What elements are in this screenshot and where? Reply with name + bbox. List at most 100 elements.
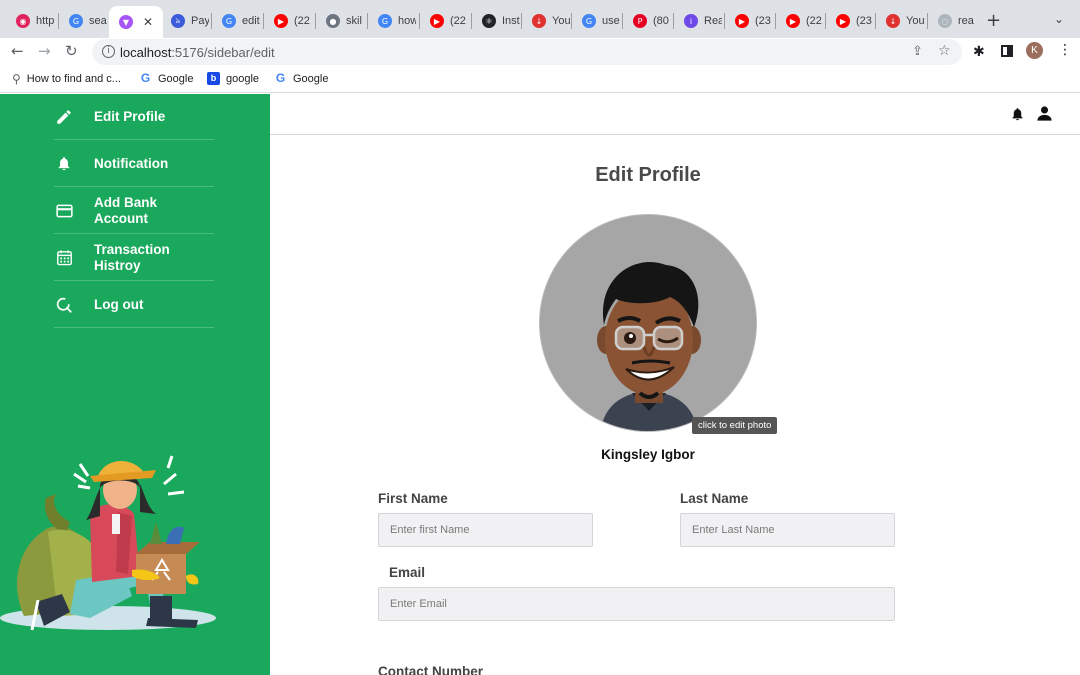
tab-favicon-icon: G xyxy=(69,14,83,28)
tab-favicon-icon: ▶ xyxy=(836,14,850,28)
forward-arrow-icon[interactable]: → xyxy=(38,42,51,60)
browser-tab[interactable]: ▶ (23 xyxy=(826,8,874,34)
email-input[interactable] xyxy=(378,587,895,621)
tab-favicon-icon: ▶ xyxy=(430,14,444,28)
extensions-puzzle-icon[interactable]: ✱ xyxy=(973,44,985,60)
browser-tab[interactable]: Guse xyxy=(572,8,620,34)
tab-favicon-icon: ↓ xyxy=(886,14,900,28)
bookmarks-bar: ⚲ How to find and c... G Google b google… xyxy=(0,66,1080,93)
bing-icon: b xyxy=(207,72,220,85)
recycling-worker-illustration xyxy=(0,455,216,631)
bookmark-item[interactable]: G Google xyxy=(139,71,194,85)
tab-title: skil xyxy=(346,15,362,27)
tab-favicon-icon: ▶ xyxy=(274,14,288,28)
sidebar-item-log-out[interactable]: Log out xyxy=(54,282,214,328)
share-icon[interactable]: ⇪ xyxy=(912,44,923,59)
email-label: Email xyxy=(389,565,426,580)
tab-favicon-icon: ▶ xyxy=(786,14,800,28)
close-tab-icon[interactable]: ✕ xyxy=(143,15,153,29)
browser-tab[interactable]: Gedit xyxy=(212,8,260,34)
browser-tab[interactable]: ▼ ✕ xyxy=(109,6,163,38)
sidebar-item-label: Edit Profile xyxy=(94,108,166,124)
tab-favicon-icon: G xyxy=(582,14,596,28)
browser-tab[interactable]: ● skil xyxy=(316,8,364,34)
tab-favicon-icon: ↓ xyxy=(532,14,546,28)
bookmark-item[interactable]: ⚲ How to find and c... xyxy=(12,72,121,86)
browser-tab[interactable]: ⚛ Inst xyxy=(472,8,520,34)
browser-tab[interactable]: Ghow xyxy=(368,8,416,34)
browser-tab[interactable]: ◉ http xyxy=(6,8,54,34)
page-title: Edit Profile xyxy=(595,164,701,186)
last-name-input[interactable] xyxy=(680,513,895,547)
back-arrow-icon[interactable]: ← xyxy=(11,42,24,60)
sidebar-item-notification[interactable]: Notification xyxy=(54,141,214,187)
browser-tab[interactable]: ◌ rea xyxy=(928,8,976,34)
tab-search-chevron-icon[interactable]: ⌄ xyxy=(1054,12,1064,26)
sidebar-item-add-bank-account[interactable]: Add Bank Account xyxy=(54,188,214,234)
tab-title: use xyxy=(602,15,620,27)
tab-title: (23 xyxy=(856,15,872,27)
browser-tab[interactable]: ↓ You xyxy=(876,8,924,34)
tab-favicon-icon: ▶ xyxy=(735,14,749,28)
browser-tab[interactable]: ▶ (22 xyxy=(420,8,468,34)
contact-number-label: Contact Number xyxy=(378,664,484,675)
edit-profile-panel: Edit Profile click to edit photo Kingsle… xyxy=(270,136,1080,675)
browser-tab[interactable]: ৯ Pay xyxy=(161,8,209,34)
tab-title: (80 xyxy=(653,15,669,27)
first-name-input[interactable] xyxy=(378,513,593,547)
app-top-bar xyxy=(270,94,1080,135)
bookmark-item[interactable]: b google xyxy=(207,72,259,85)
tab-title: (22 xyxy=(806,15,822,27)
tab-title: You xyxy=(552,15,570,27)
tab-title: edit xyxy=(242,15,260,27)
tab-title: rea xyxy=(958,15,974,27)
tab-title: Inst xyxy=(502,15,520,27)
bookmark-item[interactable]: G Google xyxy=(274,72,329,85)
tab-title: Rea xyxy=(704,15,722,27)
sidebar: Edit Profile Notification Add Bank Accou… xyxy=(0,94,270,675)
profile-name: Kingsley Igbor xyxy=(601,447,695,462)
tab-favicon-icon: P xyxy=(633,14,647,28)
tab-title: (23 xyxy=(755,15,771,27)
address-bar[interactable]: i localhost:5176/sidebar/edit ⇪ ☆ xyxy=(92,39,962,65)
bell-icon[interactable] xyxy=(1010,106,1025,127)
sidebar-item-transaction-history[interactable]: Transaction Histroy xyxy=(54,235,214,281)
tab-title: (22 xyxy=(294,15,310,27)
browser-tab[interactable]: ▶ (22 xyxy=(776,8,824,34)
tab-favicon-icon: ◉ xyxy=(16,14,30,28)
credit-card-icon xyxy=(54,201,74,221)
tab-title: You xyxy=(906,15,924,27)
first-name-label: First Name xyxy=(378,491,448,506)
browser-tab[interactable]: P (80 xyxy=(623,8,671,34)
new-tab-button[interactable]: + xyxy=(986,10,1001,31)
edit-photo-tooltip: click to edit photo xyxy=(692,417,778,434)
browser-tab[interactable]: ▶ (22 xyxy=(264,8,312,34)
browser-menu-icon[interactable]: ⋮ xyxy=(1058,42,1072,58)
user-profile-icon[interactable] xyxy=(1036,105,1053,127)
bell-icon xyxy=(54,154,74,174)
browser-tab-strip: ◉ http Gsea ▼ ✕ ৯ Pay Gedit ▶ (22 ● skil Ghow ▶ (22 ⚛ In… xyxy=(0,0,1080,38)
bookmark-star-icon[interactable]: ☆ xyxy=(938,43,951,59)
tab-title: (22 xyxy=(450,15,466,27)
browser-tab[interactable]: Gsea xyxy=(59,8,107,34)
browser-toolbar: ← → ↻ i localhost:5176/sidebar/edit ⇪ ☆ xyxy=(0,38,1080,66)
sidebar-item-label: Notification xyxy=(94,155,169,171)
google-icon: G xyxy=(140,71,151,85)
profile-avatar[interactable]: K xyxy=(1026,42,1043,59)
site-info-icon[interactable]: i xyxy=(102,45,115,58)
side-panel-icon[interactable] xyxy=(1001,45,1013,57)
sidebar-item-label: Add Bank Account xyxy=(94,194,158,226)
browser-tab[interactable]: i Rea xyxy=(674,8,722,34)
sidebar-item-label: Transaction Histroy xyxy=(94,241,170,273)
reload-icon[interactable]: ↻ xyxy=(65,42,78,60)
tab-favicon-icon: G xyxy=(222,14,236,28)
tab-title: http xyxy=(36,15,54,27)
sidebar-item-edit-profile[interactable]: Edit Profile xyxy=(54,94,214,140)
memoji-avatar xyxy=(540,215,756,431)
url-text[interactable]: localhost:5176/sidebar/edit xyxy=(120,45,275,60)
tab-favicon-icon: ● xyxy=(326,14,340,28)
browser-tab[interactable]: ▶ (23 xyxy=(725,8,773,34)
browser-tab[interactable]: ↓ You xyxy=(522,8,570,34)
last-name-label: Last Name xyxy=(680,491,749,506)
profile-photo[interactable] xyxy=(539,214,757,432)
